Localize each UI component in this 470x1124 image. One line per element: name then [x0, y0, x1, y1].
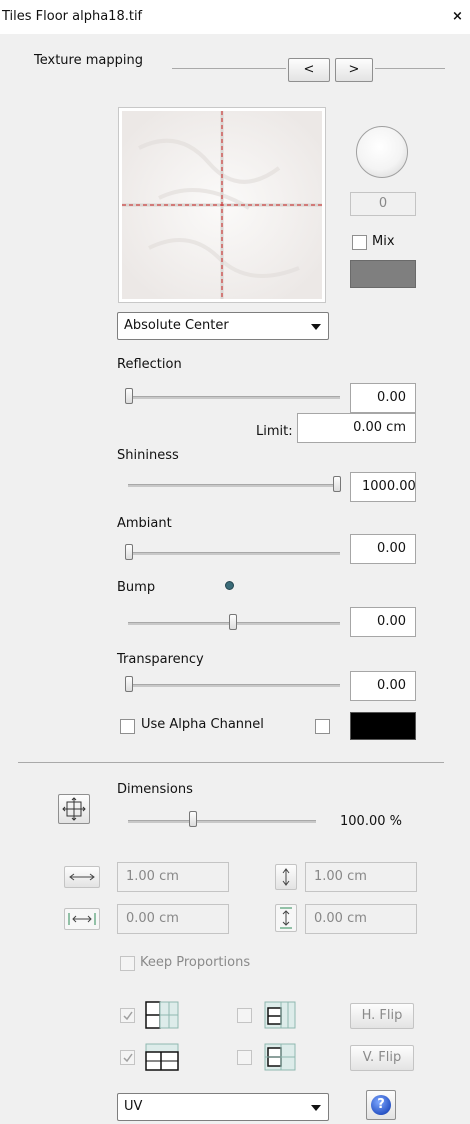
checkmark-icon: [123, 1053, 133, 1063]
help-icon: ?: [371, 1095, 391, 1115]
transparency-field[interactable]: 0.00: [350, 671, 416, 701]
v-flip-button[interactable]: V. Flip: [350, 1045, 414, 1071]
chevron-down-icon: [311, 1105, 321, 1111]
section-separator: [18, 762, 444, 763]
help-button[interactable]: ?: [366, 1090, 396, 1120]
chevron-down-icon: [311, 324, 321, 330]
use-alpha-channel-label: Use Alpha Channel: [141, 717, 264, 732]
width-field[interactable]: 1.00 cm: [117, 862, 229, 892]
shininess-field[interactable]: 1000.00: [350, 472, 416, 502]
horizontal-arrow-icon: [69, 873, 95, 881]
transparency-label: Transparency: [117, 652, 204, 667]
keep-proportions-checkbox[interactable]: [120, 956, 135, 971]
tile-row1-alt-checkbox[interactable]: [237, 1008, 252, 1023]
bump-slider-thumb[interactable]: [229, 614, 237, 630]
dimensions-label: Dimensions: [117, 782, 193, 797]
transparency-slider-thumb[interactable]: [125, 676, 133, 692]
texture-mapping-label: Texture mapping: [34, 53, 143, 68]
mix-checkbox[interactable]: [352, 235, 367, 250]
alpha-color-swatch[interactable]: [350, 712, 416, 740]
tile-row2-checkbox[interactable]: [120, 1050, 135, 1065]
header-separator-right: [375, 68, 445, 69]
previous-button[interactable]: <: [288, 58, 330, 82]
close-icon[interactable]: ×: [452, 9, 463, 24]
alignment-select[interactable]: Absolute Center: [117, 312, 329, 340]
shininess-slider-track[interactable]: [128, 484, 340, 487]
ambiant-slider-thumb[interactable]: [125, 544, 133, 560]
mapping-mode-value: UV: [124, 1099, 143, 1114]
fit-arrows-icon: [62, 797, 86, 821]
shininess-slider-thumb[interactable]: [333, 476, 341, 492]
horizontal-offset-icon: [68, 913, 96, 925]
tile-mirror-vertical-icon: [264, 1043, 296, 1071]
mix-label: Mix: [372, 234, 395, 249]
header-separator: [172, 68, 286, 69]
offset-x-field[interactable]: 0.00 cm: [117, 904, 229, 934]
rotation-dial[interactable]: [356, 126, 408, 178]
shininess-label: Shininess: [117, 448, 179, 463]
window-title: Tiles Floor alpha18.tif: [2, 9, 143, 24]
height-icon-button: [275, 864, 297, 890]
reflection-label: Reflection: [117, 357, 182, 372]
checkmark-icon: [123, 1011, 133, 1021]
bump-indicator-icon: [225, 581, 234, 590]
use-alpha-channel-checkbox[interactable]: [120, 719, 135, 734]
tile-row2-alt-checkbox[interactable]: [237, 1050, 252, 1065]
offset-x-icon-button: [64, 908, 100, 930]
vertical-offset-icon: [280, 907, 292, 929]
height-field[interactable]: 1.00 cm: [305, 862, 417, 892]
tile-horizontal-icon: [145, 1001, 179, 1029]
alignment-select-value: Absolute Center: [124, 318, 229, 333]
reflection-field[interactable]: 0.00: [350, 383, 416, 413]
tile-row1-checkbox[interactable]: [120, 1008, 135, 1023]
dimensions-slider-track[interactable]: [128, 820, 316, 823]
tile-vertical-icon: [145, 1043, 179, 1071]
mapping-mode-select[interactable]: UV: [117, 1093, 329, 1121]
title-bar: Tiles Floor alpha18.tif ×: [0, 0, 470, 34]
ambiant-slider-track[interactable]: [128, 552, 340, 555]
texture-preview[interactable]: [118, 107, 326, 303]
mix-color-swatch[interactable]: [350, 260, 416, 288]
width-icon-button: [64, 866, 100, 888]
alpha-color-checkbox[interactable]: [315, 719, 330, 734]
offset-y-icon-button: [275, 904, 297, 932]
vertical-arrow-icon: [282, 868, 290, 886]
bump-label: Bump: [117, 580, 156, 595]
reflection-slider-track[interactable]: [128, 396, 340, 399]
dimensions-slider-thumb[interactable]: [189, 811, 197, 827]
h-flip-button[interactable]: H. Flip: [350, 1003, 414, 1029]
fit-dimensions-button[interactable]: [58, 794, 90, 824]
limit-field[interactable]: 0.00 cm: [297, 413, 416, 443]
limit-label: Limit:: [256, 424, 293, 439]
reflection-slider-thumb[interactable]: [125, 388, 133, 404]
ambiant-label: Ambiant: [117, 516, 172, 531]
rotation-field[interactable]: 0: [350, 192, 416, 216]
ambiant-field[interactable]: 0.00: [350, 534, 416, 564]
tile-mirror-horizontal-icon: [264, 1001, 296, 1029]
bump-field[interactable]: 0.00: [350, 607, 416, 637]
next-button[interactable]: >: [335, 58, 373, 82]
offset-y-field[interactable]: 0.00 cm: [305, 904, 417, 934]
dimensions-percent: 100.00 %: [340, 814, 402, 829]
transparency-slider-track[interactable]: [128, 684, 340, 687]
keep-proportions-label: Keep Proportions: [140, 955, 251, 970]
texture-preview-image: [122, 111, 322, 299]
